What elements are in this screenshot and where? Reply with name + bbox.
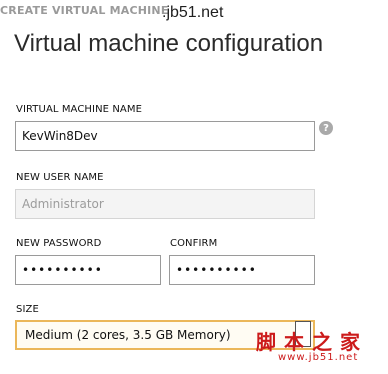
vm-name-value: KevWin8Dev — [22, 129, 98, 143]
user-name-label: NEW USER NAME — [16, 172, 104, 183]
step-title: CREATE VIRTUAL MACHINE — [0, 4, 169, 17]
user-name-input: Administrator — [15, 189, 315, 219]
watermark-logo: 脚本之家 — [256, 330, 368, 354]
vm-name-label: VIRTUAL MACHINE NAME — [16, 104, 143, 115]
watermark-url: www.jb51.net — [278, 352, 359, 363]
user-name-placeholder: Administrator — [22, 197, 104, 211]
confirm-value: •••••••••• — [176, 263, 257, 277]
confirm-label: CONFIRM — [170, 238, 218, 249]
password-label: NEW PASSWORD — [16, 238, 102, 249]
watermark-site: .jb51.net — [162, 4, 224, 21]
size-value: Medium (2 cores, 3.5 GB Memory) — [25, 328, 231, 342]
password-value: •••••••••• — [22, 263, 103, 277]
size-label: SIZE — [16, 304, 39, 315]
confirm-input[interactable]: •••••••••• — [169, 255, 315, 285]
help-icon[interactable]: ? — [319, 121, 333, 135]
page-title: Virtual machine configuration — [14, 30, 324, 57]
vm-name-input[interactable]: KevWin8Dev — [15, 121, 315, 151]
password-input[interactable]: •••••••••• — [15, 255, 161, 285]
